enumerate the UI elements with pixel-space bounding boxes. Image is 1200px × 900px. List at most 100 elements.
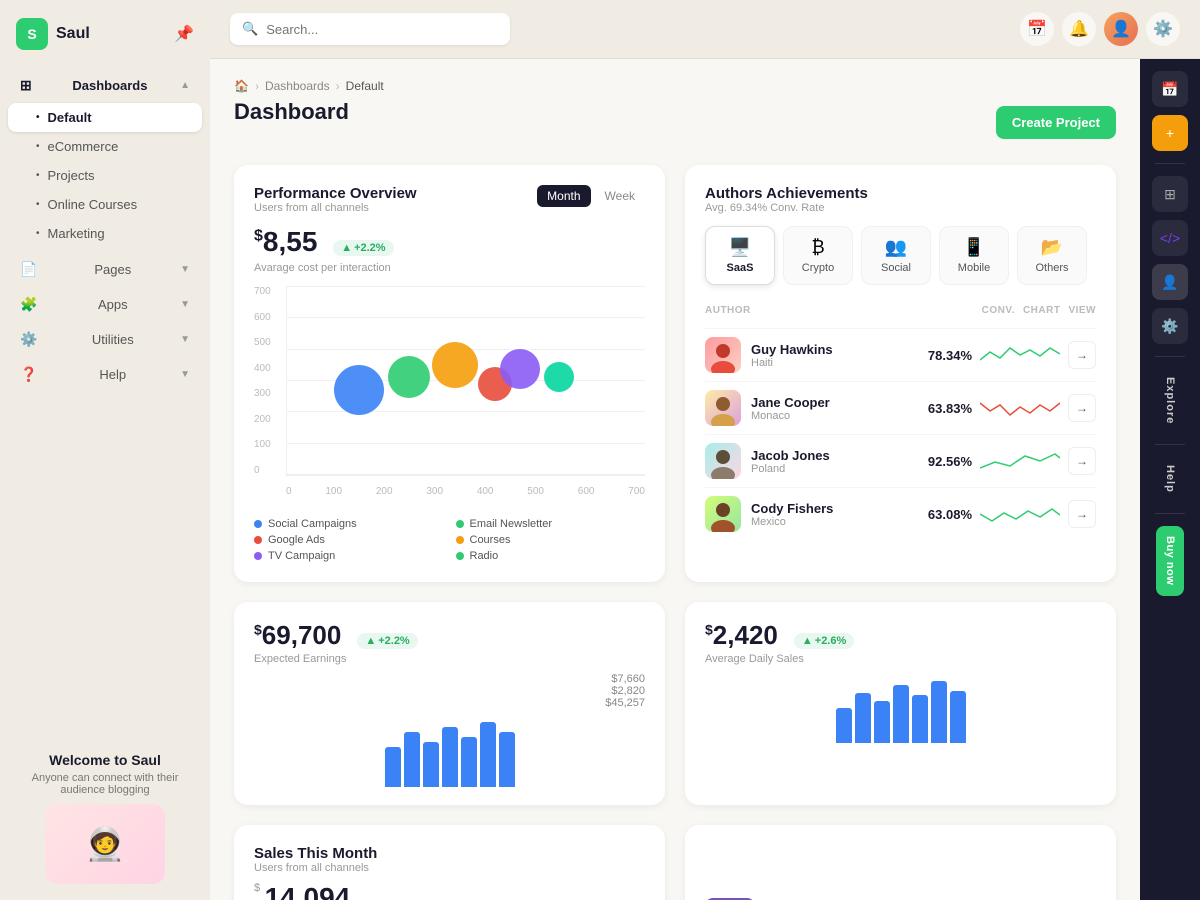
author-country-3: Poland (751, 463, 830, 475)
auth-subtitle: Avg. 69.34% Conv. Rate (705, 202, 1096, 214)
tab-week[interactable]: Week (595, 185, 645, 207)
legend-dot-courses (456, 536, 464, 544)
view-button-4[interactable]: → (1068, 500, 1096, 528)
bootstrap-card: B Bootstrap 5 (685, 825, 1116, 900)
sales-subtitle: Users from all channels (254, 862, 645, 874)
mini-chart-3 (980, 446, 1060, 476)
bottom-cards: $69,700 ▲ +2.2% Expected Earnings $7,660… (234, 602, 1116, 900)
sidebar-item-dashboards[interactable]: ⊞ Dashboards ▲ (8, 68, 202, 103)
table-row: Jacob Jones Poland 92.56% → (705, 434, 1096, 487)
author-conv-2: 63.83% (928, 401, 972, 416)
cat-tab-mobile[interactable]: 📱 Mobile (939, 226, 1009, 285)
earnings-symbol: $ (254, 621, 262, 637)
sidebar: S Saul 📌 ⊞ Dashboards ▲ Default eCommerc… (0, 0, 210, 900)
social-icon: 👥 (885, 237, 907, 258)
others-label: Others (1035, 262, 1068, 274)
cat-tab-saas[interactable]: 🖥️ SaaS (705, 226, 775, 285)
table-row: Cody Fishers Mexico 63.08% → (705, 487, 1096, 540)
sales-this-month-card: Sales This Month Users from all channels… (234, 825, 665, 900)
daily-value: $2,420 (705, 620, 778, 651)
explore-label[interactable]: Explore (1164, 369, 1176, 432)
daily-row: $2,420 ▲ +2.6% (705, 620, 1096, 651)
topbar-right: 📅 🔔 👤 ⚙️ (1020, 12, 1180, 46)
earnings-label: Expected Earnings (254, 653, 645, 665)
sidebar-item-apps[interactable]: 🧩 Apps ▼ (8, 287, 202, 322)
dashboards-icon: ⊞ (20, 77, 32, 94)
cat-tab-social[interactable]: 👥 Social (861, 226, 931, 285)
legend-dot-social (254, 520, 262, 528)
view-button-1[interactable]: → (1068, 341, 1096, 369)
sidebar-item-default[interactable]: Default (8, 103, 202, 132)
earnings-badge: ▲ +2.2% (357, 633, 417, 649)
metric-row: $8,55 ▲ +2.2% (254, 226, 645, 258)
sidebar-item-help[interactable]: ❓ Help ▼ (8, 357, 202, 392)
author-details-3: Jacob Jones Poland (751, 448, 830, 475)
chart-legend: Social Campaigns Email Newsletter Google… (254, 518, 645, 562)
buy-now-button[interactable]: Buy now (1156, 526, 1184, 595)
author-name-2: Jane Cooper (751, 395, 830, 410)
mini-chart-4 (980, 499, 1060, 529)
help-label[interactable]: Help (1164, 457, 1176, 501)
author-country-4: Mexico (751, 516, 833, 528)
pin-icon[interactable]: 📌 (174, 24, 194, 44)
view-button-3[interactable]: → (1068, 447, 1096, 475)
notifications-icon[interactable]: 🔔 (1062, 12, 1096, 46)
right-calendar-icon[interactable]: 📅 (1152, 71, 1188, 107)
breadcrumb-dashboards[interactable]: Dashboards (265, 79, 330, 93)
right-panel: 📅 + ⊞ </> 👤 ⚙️ Explore Help Buy now (1140, 59, 1200, 900)
social-label: Social (881, 262, 911, 274)
table-header: AUTHOR CONV. CHART VIEW (705, 301, 1096, 320)
bubble-social (334, 365, 384, 415)
mobile-label: Mobile (958, 262, 990, 274)
mini-chart-2 (980, 393, 1060, 423)
footer-title: Welcome to Saul (16, 752, 194, 768)
th-conv: CONV. (982, 305, 1015, 316)
settings-icon[interactable]: ⚙️ (1146, 12, 1180, 46)
sidebar-item-projects[interactable]: Projects (8, 161, 202, 190)
mini-chart-1 (980, 340, 1060, 370)
chart-y-labels: 700 600 500 400 300 200 100 0 (254, 286, 275, 476)
chevron-down-icon-apps: ▼ (180, 299, 190, 310)
auth-title: Authors Achievements (705, 185, 1096, 202)
right-settings-icon[interactable]: ⚙️ (1152, 308, 1188, 344)
calendar-icon[interactable]: 📅 (1020, 12, 1054, 46)
right-grid-icon[interactable]: ⊞ (1152, 176, 1188, 212)
tab-month[interactable]: Month (537, 185, 590, 207)
author-conv-1: 78.34% (928, 348, 972, 363)
author-avatar-4 (705, 496, 741, 532)
right-code-icon[interactable]: </> (1152, 220, 1188, 256)
bubble-google (432, 342, 478, 388)
saas-icon: 🖥️ (729, 237, 751, 258)
sidebar-item-help-label: Help (99, 367, 126, 382)
daily-symbol: $ (705, 621, 713, 637)
cat-tab-others[interactable]: 📂 Others (1017, 226, 1087, 285)
mobile-icon: 📱 (963, 237, 985, 258)
search-input[interactable] (266, 22, 498, 37)
view-button-2[interactable]: → (1068, 394, 1096, 422)
earnings-bar-chart (254, 717, 645, 787)
sidebar-item-utilities[interactable]: ⚙️ Utilities ▼ (8, 322, 202, 357)
search-icon: 🔍 (242, 21, 258, 37)
sales-main-value: 14,094 (265, 882, 351, 900)
right-plus-icon[interactable]: + (1152, 115, 1188, 151)
metric-symbol: $ (254, 228, 263, 245)
create-project-button[interactable]: Create Project (996, 106, 1116, 139)
th-author: AUTHOR (705, 305, 974, 316)
nav-group-dashboards: ⊞ Dashboards ▲ Default eCommerce Project… (8, 68, 202, 248)
earnings-row: $69,700 ▲ +2.2% (254, 620, 645, 651)
sidebar-footer: Welcome to Saul Anyone can connect with … (0, 736, 210, 900)
page-title: Dashboard (234, 99, 349, 125)
right-user-icon[interactable]: 👤 (1152, 264, 1188, 300)
sidebar-item-pages[interactable]: 📄 Pages ▼ (8, 252, 202, 287)
user-avatar[interactable]: 👤 (1104, 12, 1138, 46)
utilities-icon: ⚙️ (20, 331, 37, 348)
sidebar-item-marketing[interactable]: Marketing (8, 219, 202, 248)
earnings-value: $69,700 (254, 620, 341, 651)
sidebar-item-online-courses[interactable]: Online Courses (8, 190, 202, 219)
legend-label-radio: Radio (470, 550, 499, 562)
apps-icon: 🧩 (20, 296, 37, 313)
cat-tab-crypto[interactable]: ₿ Crypto (783, 226, 853, 285)
sidebar-item-ecommerce[interactable]: eCommerce (8, 132, 202, 161)
search-box[interactable]: 🔍 (230, 13, 510, 45)
author-conv-4: 63.08% (928, 507, 972, 522)
